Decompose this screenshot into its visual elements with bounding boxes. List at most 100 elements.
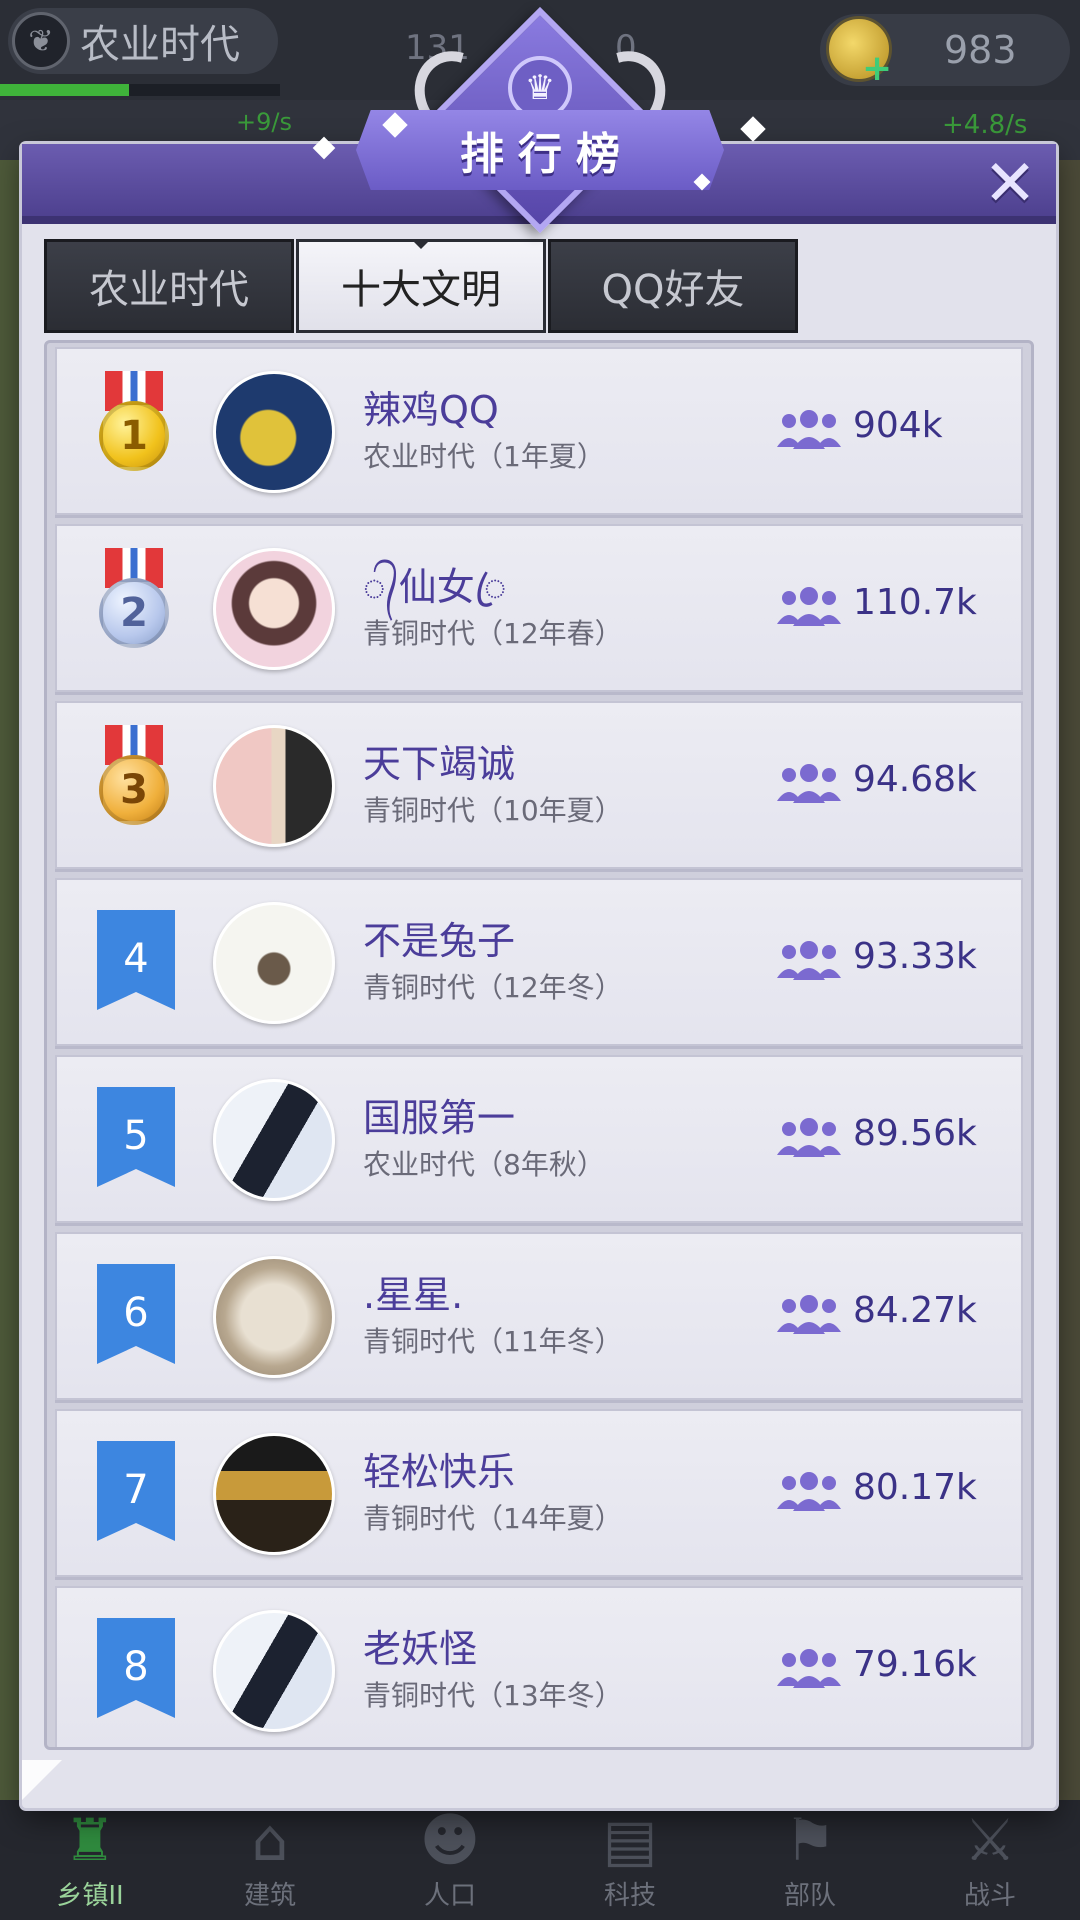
player-era: 青铜时代（12年春）	[363, 617, 623, 650]
leaderboard-row[interactable]: 2 ᭄仙女ꦿ 青铜时代（12年春） 110.7k	[55, 524, 1023, 692]
leaderboard-row[interactable]: 5 国服第一 农业时代（8年秋） 89.56k	[55, 1055, 1023, 1223]
player-name: 国服第一	[363, 1096, 516, 1140]
swords-icon: ⚔	[964, 1806, 1016, 1874]
tab-qq-friends[interactable]: QQ好友	[548, 239, 798, 333]
player-era: 青铜时代（13年冬）	[363, 1679, 623, 1712]
player-era: 农业时代（8年秋）	[363, 1148, 605, 1181]
population-icon	[777, 1118, 841, 1157]
era-title: 农业时代	[80, 22, 240, 68]
population-icon	[777, 1295, 841, 1334]
nav-battle[interactable]: ⚔ 战斗	[900, 1800, 1080, 1920]
nav-population[interactable]: ☻ 人口	[360, 1800, 540, 1920]
close-icon: ✕	[983, 147, 1037, 221]
population-value: 94.68k	[853, 759, 977, 800]
gold-medal-icon: 1	[97, 371, 171, 475]
nav-town[interactable]: ♜ 乡镇II	[0, 1800, 180, 1920]
avatar[interactable]	[213, 1256, 335, 1378]
player-era: 农业时代（1年夏）	[363, 440, 605, 473]
rank-number: 2	[99, 578, 169, 648]
nav-label: 乡镇II	[56, 1881, 124, 1911]
leaderboard-row[interactable]: 3 天下竭诚 青铜时代（10年夏） 94.68k	[55, 701, 1023, 869]
nav-troops[interactable]: ⚑ 部队	[720, 1800, 900, 1920]
leaderboard-row[interactable]: 8 老妖怪 青铜时代（13年冬） 79.16k	[55, 1586, 1023, 1747]
person-icon: ☻	[419, 1806, 481, 1874]
population-icon	[777, 587, 841, 626]
player-name: 老妖怪	[363, 1627, 478, 1671]
era-progress-fill	[0, 84, 129, 96]
player-era: 青铜时代（11年冬）	[363, 1325, 623, 1358]
player-name: 轻松快乐	[363, 1450, 516, 1494]
rank-flag-icon: 6	[97, 1264, 175, 1364]
avatar[interactable]	[213, 548, 335, 670]
leaderboard-row[interactable]: 6 .星星. 青铜时代（11年冬） 84.27k	[55, 1232, 1023, 1400]
tab-agricultural-era[interactable]: 农业时代	[44, 239, 294, 333]
player-name: .星星.	[363, 1273, 464, 1317]
stone-rate: +4.8/s	[942, 110, 1028, 140]
rank-number: 3	[99, 755, 169, 825]
avatar[interactable]	[213, 902, 335, 1024]
title-banner: 排行榜	[356, 110, 724, 190]
player-era: 青铜时代（12年冬）	[363, 971, 623, 1004]
leaderboard-tabs: 农业时代 十大文明 QQ好友	[44, 239, 798, 333]
food-rate: +9/s	[236, 108, 292, 136]
tab-top-ten-civilizations[interactable]: 十大文明	[296, 239, 546, 333]
rank-flag-icon: 7	[97, 1441, 175, 1541]
bottom-nav: ♜ 乡镇II ⌂ 建筑 ☻ 人口 ▤ 科技 ⚑ 部队 ⚔ 战斗	[0, 1800, 1080, 1920]
rank-flag-icon: 8	[97, 1618, 175, 1718]
era-progress-bar	[0, 84, 280, 96]
population-value: 89.56k	[853, 1113, 977, 1154]
rank-flag-icon: 4	[97, 910, 175, 1010]
player-name: 辣鸡QQ	[363, 388, 499, 432]
rank-flag-icon: 5	[97, 1087, 175, 1187]
leaderboard-crest: ♛ 排行榜	[312, 6, 766, 234]
population-value: 110.7k	[853, 582, 977, 623]
leaderboard-row[interactable]: 7 轻松快乐 青铜时代（14年夏） 80.17k	[55, 1409, 1023, 1577]
leaderboard-row[interactable]: 4 不是兔子 青铜时代（12年冬） 93.33k	[55, 878, 1023, 1046]
nav-label: 战斗	[963, 1881, 1016, 1911]
castle-icon: ♜	[64, 1806, 116, 1874]
modal-title: 排行榜	[460, 129, 634, 180]
population-icon	[777, 941, 841, 980]
nav-tech[interactable]: ▤ 科技	[540, 1800, 720, 1920]
avatar[interactable]	[213, 725, 335, 847]
avatar[interactable]	[213, 1079, 335, 1201]
leaderboard-list[interactable]: 1 辣鸡QQ 农业时代（1年夏） 904k 2 ᭄仙女ꦿ 青铜时代（12年春）	[44, 340, 1034, 1750]
avatar[interactable]	[213, 1610, 335, 1732]
population-icon	[777, 1472, 841, 1511]
avatar[interactable]	[213, 371, 335, 493]
leaderboard-modal: ✕ 农业时代 十大文明 QQ好友 1 辣鸡QQ 农业时代（1年夏） 904k 2…	[22, 144, 1056, 1808]
background-scene-left	[0, 160, 24, 1800]
resize-corner-icon	[22, 1760, 62, 1800]
player-name: 不是兔子	[363, 919, 516, 963]
coin-amount: 983	[944, 28, 1017, 72]
population-icon	[777, 1649, 841, 1688]
player-era: 青铜时代（10年夏）	[363, 794, 623, 827]
nav-buildings[interactable]: ⌂ 建筑	[180, 1800, 360, 1920]
leaderboard-row[interactable]: 1 辣鸡QQ 农业时代（1年夏） 904k	[55, 347, 1023, 515]
nav-label: 部队	[783, 1881, 836, 1911]
add-coin-icon[interactable]: +	[862, 48, 892, 89]
population-icon	[777, 410, 841, 449]
wheat-icon: ❦	[12, 12, 70, 70]
silver-medal-icon: 2	[97, 548, 171, 652]
population-value: 904k	[853, 405, 943, 446]
book-icon: ▤	[602, 1806, 658, 1874]
population-value: 93.33k	[853, 936, 977, 977]
banner-icon: ⚑	[784, 1806, 836, 1874]
player-name: 天下竭诚	[363, 742, 516, 786]
nav-label: 建筑	[243, 1881, 296, 1911]
population-icon	[777, 764, 841, 803]
population-value: 80.17k	[853, 1467, 977, 1508]
population-value: 84.27k	[853, 1290, 977, 1331]
rank-number: 1	[99, 401, 169, 471]
population-value: 79.16k	[853, 1644, 977, 1685]
player-era: 青铜时代（14年夏）	[363, 1502, 623, 1535]
nav-label: 科技	[603, 1881, 656, 1911]
nav-label: 人口	[423, 1881, 476, 1911]
avatar[interactable]	[213, 1433, 335, 1555]
bronze-medal-icon: 3	[97, 725, 171, 829]
close-button[interactable]: ✕	[980, 147, 1040, 221]
house-icon: ⌂	[251, 1806, 289, 1874]
era-indicator[interactable]: ❦ 农业时代	[8, 8, 278, 74]
background-scene-right	[1056, 160, 1080, 1800]
